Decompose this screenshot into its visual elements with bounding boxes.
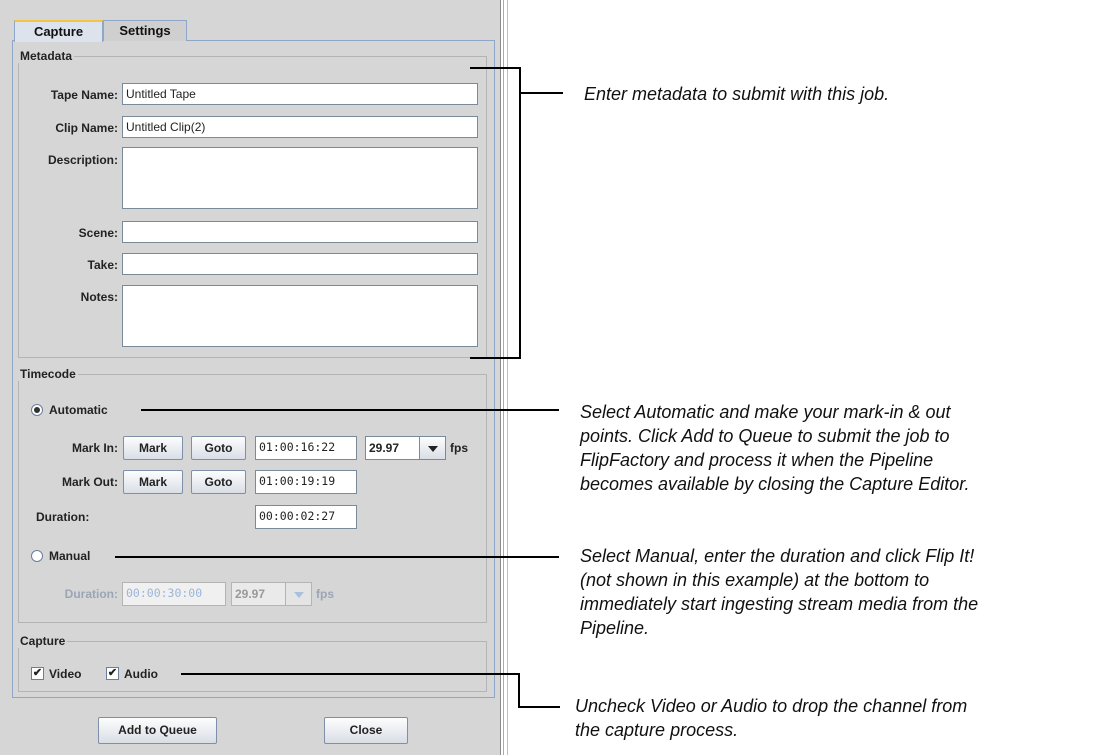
tape-name-field[interactable]: Untitled Tape [122,83,478,105]
automatic-radio[interactable] [31,404,43,416]
video-checkbox-label[interactable]: Video [49,667,81,681]
callout-line-manual [115,556,559,558]
annotation-automatic-line: FlipFactory and process it when the Pipe… [580,450,934,470]
annotation-capture-line: the capture process. [575,720,739,740]
callout-bracket-top [470,67,521,69]
mark-out-label: Mark Out: [61,475,118,489]
duration-label: Duration: [36,510,90,524]
manual-label[interactable]: Manual [49,549,90,563]
take-label: Take: [87,258,118,272]
annotation-automatic-line: Select Automatic and make your mark-in &… [580,402,951,422]
annotation-capture: Uncheck Video or Audio to drop the chann… [575,694,967,742]
scene-field[interactable] [122,221,478,243]
chevron-down-icon [294,592,304,598]
add-to-queue-button[interactable]: Add to Queue [98,717,217,744]
callout-bracket-vertical [519,67,521,359]
callout-line-capture-h1 [181,673,520,675]
radio-selected-dot [34,407,40,413]
mark-in-timecode-field[interactable]: 01:00:16:22 [255,436,357,460]
tab-capture[interactable]: Capture [14,20,103,42]
annotation-manual-line: (not shown in this example) at the botto… [580,570,930,590]
callout-bracket-bottom [470,357,521,359]
panel-divider-edge [507,0,508,755]
annotation-manual-line: Pipeline. [580,618,650,638]
manual-fps-dropdown-button[interactable] [286,582,312,606]
clip-name-label: Clip Name: [55,121,118,135]
annotation-automatic-line: becomes available by closing the Capture… [580,474,970,494]
close-button[interactable]: Close [324,717,408,744]
video-checkbox[interactable]: ✔ [31,667,44,680]
annotation-manual-line: immediately start ingesting stream media… [580,594,979,614]
mark-out-goto-button[interactable]: Goto [191,470,246,494]
duration-field: 00:00:02:27 [255,505,357,529]
clip-name-field[interactable]: Untitled Clip(2) [122,116,478,138]
manual-fps-label: fps [316,587,334,601]
take-field[interactable] [122,253,478,275]
capture-group-title: Capture [18,634,68,648]
callout-line-metadata [521,92,563,94]
annotation-metadata: Enter metadata to submit with this job. [584,84,890,104]
annotation-manual: Select Manual, enter the duration and cl… [580,544,978,640]
callout-line-automatic [141,409,559,411]
metadata-group-title: Metadata [18,49,75,63]
mark-in-mark-button[interactable]: Mark [123,436,183,460]
mark-out-mark-button[interactable]: Mark [123,470,183,494]
tab-settings[interactable]: Settings [103,20,187,41]
audio-checkbox-label[interactable]: Audio [124,667,158,681]
chevron-down-icon [428,446,438,452]
annotation-capture-line: Uncheck Video or Audio to drop the chann… [575,696,968,716]
notes-label: Notes: [80,290,118,304]
description-label: Description: [47,153,118,167]
capture-group [18,641,487,692]
automatic-label[interactable]: Automatic [49,403,108,417]
mark-out-timecode-field[interactable]: 01:00:19:19 [255,470,357,494]
manual-duration-field[interactable]: 00:00:30:00 [122,582,226,606]
manual-radio[interactable] [31,550,43,562]
annotation-automatic-line: points. Click Add to Queue to submit the… [580,426,950,446]
callout-line-capture-h2 [518,706,560,708]
mark-in-goto-button[interactable]: Goto [191,436,246,460]
notes-textarea[interactable] [122,285,478,347]
mark-in-label: Mark In: [71,441,118,455]
annotation-automatic: Select Automatic and make your mark-in &… [580,400,970,496]
callout-line-capture-v [518,673,520,708]
manual-duration-label: Duration: [64,587,118,601]
scene-label: Scene: [78,226,118,240]
fps-select[interactable]: 29.97 [365,436,420,460]
tape-name-label: Tape Name: [50,88,118,102]
audio-checkbox[interactable]: ✔ [106,667,119,680]
panel-divider-shadow [503,0,504,755]
timecode-group-title: Timecode [18,367,78,381]
description-textarea[interactable] [122,147,478,209]
panel-divider [500,0,501,755]
fps-dropdown-button[interactable] [420,436,446,460]
annotation-manual-line: Select Manual, enter the duration and cl… [580,546,975,566]
manual-fps-select[interactable]: 29.97 [231,582,286,606]
fps-label: fps [450,441,468,455]
